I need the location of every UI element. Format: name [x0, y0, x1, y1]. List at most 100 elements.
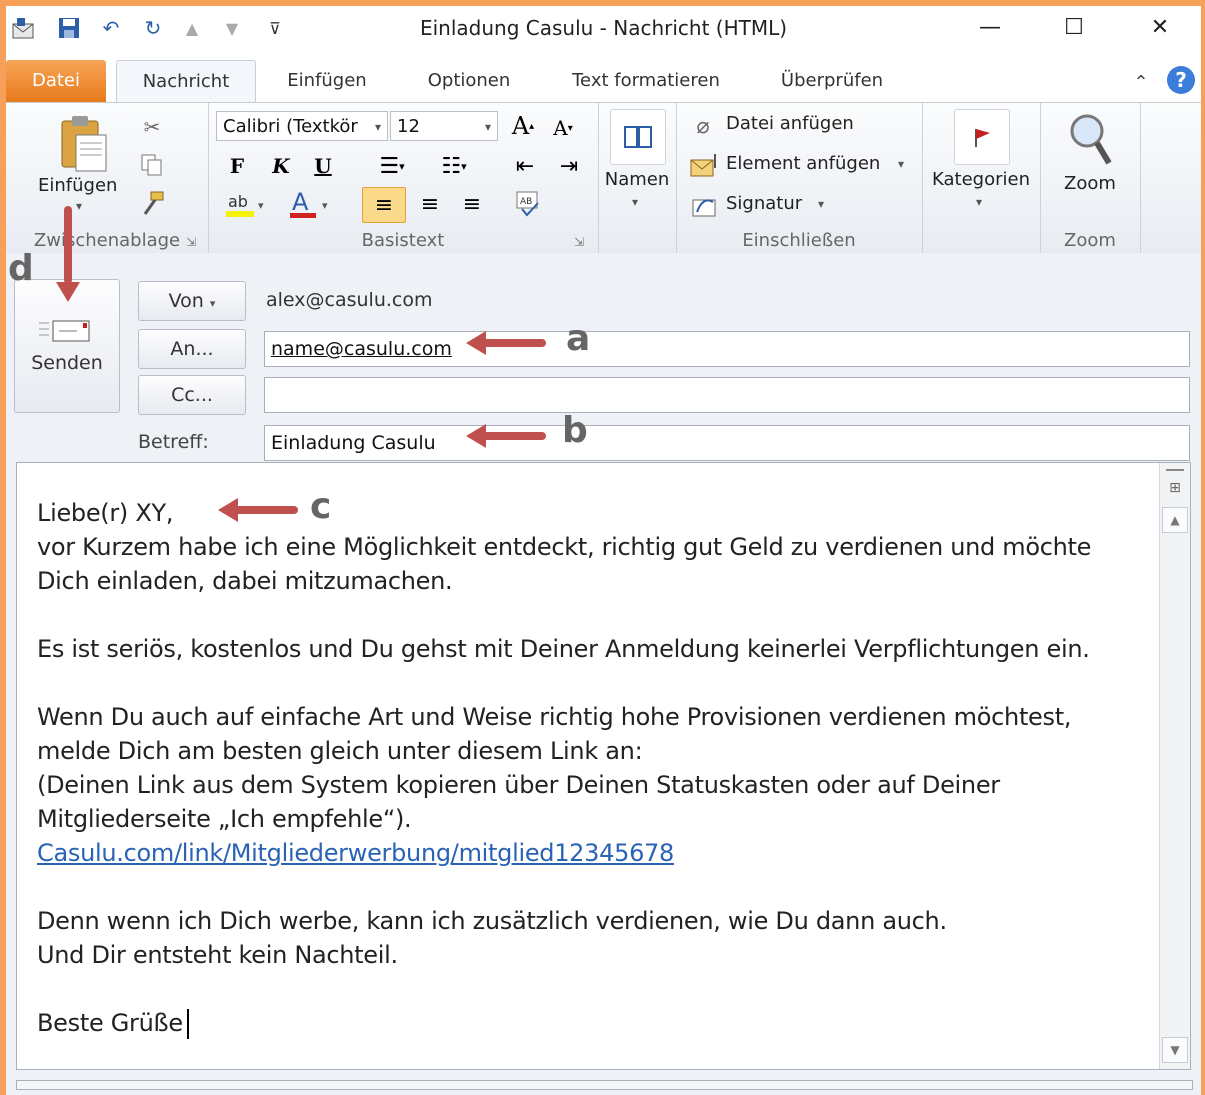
annotation-label-b: b [562, 410, 588, 451]
underline-button[interactable]: U [308, 151, 338, 181]
from-label: Von [168, 290, 204, 312]
align-right-button[interactable]: ≡ [456, 189, 488, 219]
next-item-icon[interactable]: ▼ [218, 14, 246, 42]
zoom-button-label[interactable]: Zoom [1040, 173, 1140, 194]
to-recipient[interactable]: name@casulu.com [271, 338, 452, 360]
chevron-down-icon[interactable]: ▾ [898, 157, 904, 171]
font-color-icon[interactable]: A ▾ [286, 189, 336, 219]
highlight-icon[interactable]: ab ▾ [222, 189, 270, 219]
spelling-icon[interactable]: AB [512, 187, 544, 219]
save-icon[interactable] [54, 14, 84, 42]
chevron-down-icon: ▾ [374, 120, 381, 134]
clipboard-group-label: Zwischenablage [33, 230, 181, 251]
signature-icon [690, 191, 720, 221]
tab-file[interactable]: Datei [6, 60, 106, 102]
redo-icon[interactable]: ↻ [138, 14, 168, 42]
tab-format-text[interactable]: Text formatieren [556, 60, 736, 102]
body-line: Beste Grüße [37, 1009, 183, 1037]
font-name-select[interactable]: Calibri (Textkör ▾ [216, 111, 388, 141]
to-button[interactable]: An... [138, 329, 246, 369]
address-book-icon[interactable] [610, 109, 666, 165]
customize-toolbar-icon[interactable]: ⊽ [262, 14, 288, 42]
annotation-arrowhead-a [466, 331, 486, 355]
referral-link[interactable]: Casulu.com/link/Mitgliederwerbung/mitgli… [37, 839, 674, 867]
copy-icon[interactable] [136, 149, 168, 181]
paperclip-icon: ⌀ [696, 113, 710, 139]
svg-text:▾: ▾ [258, 199, 264, 212]
decrease-indent-icon[interactable]: ⇤ [510, 151, 540, 181]
subject-field[interactable]: Einladung Casulu [264, 425, 1190, 461]
cc-button[interactable]: Cc... [138, 375, 246, 415]
names-button-label[interactable]: Namen [602, 169, 672, 190]
body-line: Es ist seriös, kostenlos und Du gehst mi… [37, 635, 1090, 663]
shrink-font-icon[interactable]: A ▾ [548, 113, 578, 143]
svg-text:ab: ab [228, 192, 248, 211]
cc-field[interactable] [264, 377, 1190, 413]
numbered-list-icon[interactable]: ☷ ▾ [430, 151, 478, 181]
paste-button-label[interactable]: Einfügen [38, 175, 117, 196]
cut-icon[interactable]: ✂ [136, 111, 168, 143]
tab-message[interactable]: Nachricht [116, 60, 256, 103]
attach-item-button[interactable]: Element anfügen [726, 153, 880, 174]
categories-button-label[interactable]: Kategorien [922, 169, 1040, 190]
grow-font-icon[interactable]: A ▴ [508, 111, 538, 141]
help-icon[interactable]: ? [1166, 66, 1196, 94]
body-line: Denn wenn ich Dich werbe, kann ich zusät… [37, 907, 947, 935]
basic-text-launcher-icon[interactable]: ⇲ [574, 235, 584, 249]
align-left-button[interactable]: ≡ [362, 187, 406, 223]
italic-button[interactable]: K [266, 151, 296, 181]
previous-item-icon[interactable]: ▲ [178, 14, 206, 42]
ribbon-tabs: Datei Nachricht Einfügen Optionen Text f… [6, 50, 1201, 103]
ruler-toggle-icon[interactable]: ⊞ [1162, 475, 1188, 501]
maximize-button[interactable]: ☐ [1052, 10, 1096, 46]
message-header: Senden Von ▾ alex@casulu.com An... name@… [6, 253, 1201, 465]
paste-icon[interactable] [54, 111, 114, 175]
svg-text:▾: ▾ [322, 199, 328, 212]
body-line: Mitgliederseite „Ich empfehle“). [37, 805, 412, 833]
outlook-app-icon[interactable] [8, 14, 40, 42]
title-bar: Einladung Casulu - Nachricht (HTML) ↶ ↻ … [6, 6, 1201, 50]
bullet-list-icon[interactable]: ☰ ▾ [368, 151, 416, 181]
zoom-icon[interactable] [1062, 107, 1118, 169]
svg-text:?: ? [1175, 68, 1187, 92]
zoom-group-label: Zoom [1064, 230, 1116, 251]
attach-file-button[interactable]: Datei anfügen [726, 113, 854, 134]
group-clipboard: Einfügen ▾ ✂ Zwischenablage ⇲ [6, 103, 209, 253]
chevron-down-icon[interactable]: ▾ [976, 195, 982, 209]
align-center-button[interactable]: ≡ [414, 189, 446, 219]
tab-review[interactable]: Überprüfen [762, 60, 902, 102]
close-button[interactable]: ✕ [1138, 10, 1182, 46]
text-cursor [187, 1009, 189, 1039]
from-button[interactable]: Von ▾ [138, 281, 246, 321]
include-group-label: Einschließen [742, 230, 856, 251]
group-categories: Kategorien ▾ [922, 103, 1041, 253]
annotation-label-a: a [566, 318, 591, 359]
paste-dropdown-icon[interactable]: ▾ [76, 199, 82, 213]
annotation-arrowhead-d [56, 282, 80, 302]
flag-icon[interactable] [954, 109, 1010, 165]
vertical-scrollbar[interactable]: ⊞ ▲ ▼ [1159, 463, 1190, 1069]
increase-indent-icon[interactable]: ⇥ [554, 151, 584, 181]
font-size-select[interactable]: 12 ▾ [390, 111, 498, 141]
send-button-label: Senden [31, 352, 103, 374]
to-field[interactable]: name@casulu.com [264, 331, 1190, 367]
group-zoom: Zoom Zoom [1040, 103, 1141, 253]
group-include: ⌀ Datei anfügen Element anfügen ▾ Signat… [676, 103, 923, 253]
minimize-button[interactable]: — [968, 10, 1012, 46]
bold-button[interactable]: F [222, 151, 252, 181]
message-body[interactable]: Liebe(r) XY, vor Kurzem habe ich eine Mö… [16, 462, 1191, 1070]
split-handle[interactable] [1166, 469, 1184, 471]
chevron-down-icon[interactable]: ▾ [632, 195, 638, 209]
scroll-up-icon[interactable]: ▲ [1162, 507, 1188, 533]
scroll-down-icon[interactable]: ▼ [1162, 1037, 1188, 1063]
clipboard-launcher-icon[interactable]: ⇲ [186, 235, 196, 249]
undo-icon[interactable]: ↶ [96, 14, 126, 42]
basic-text-group-label: Basistext [361, 230, 445, 251]
tab-insert[interactable]: Einfügen [268, 60, 386, 102]
tab-options[interactable]: Optionen [408, 60, 530, 102]
chevron-down-icon[interactable]: ▾ [818, 197, 824, 211]
signature-button[interactable]: Signatur [726, 193, 802, 214]
collapse-ribbon-icon[interactable]: ⌃ [1128, 68, 1154, 96]
format-painter-icon[interactable] [136, 187, 168, 219]
annotation-arrowhead-c [218, 498, 238, 522]
